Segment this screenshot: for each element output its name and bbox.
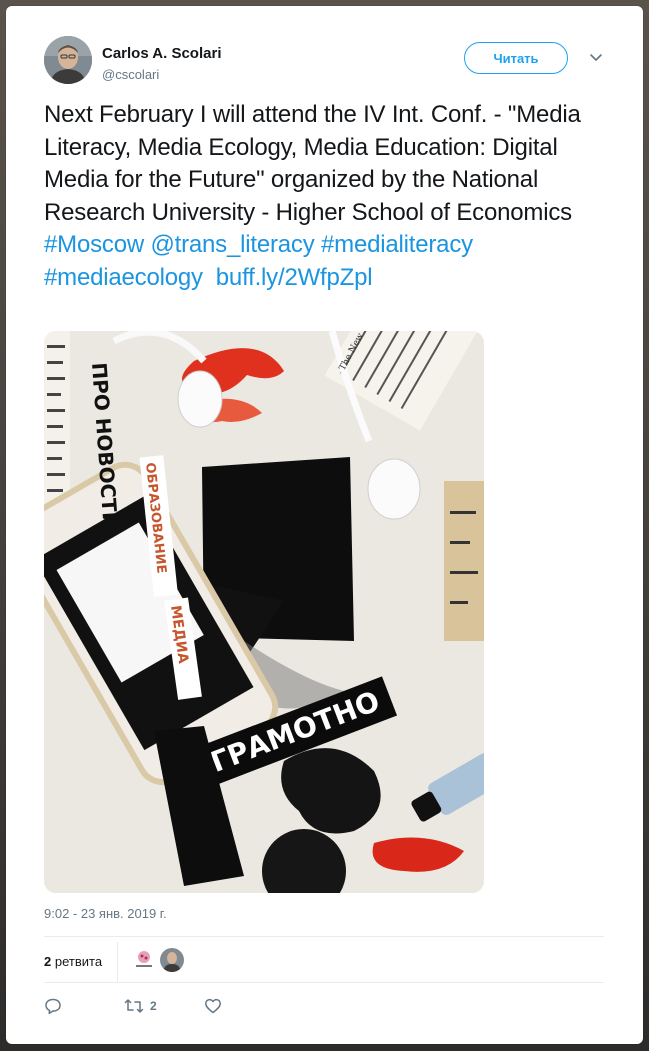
hashtag-medialiteracy-link[interactable]: #medialiteracy (321, 231, 473, 258)
author-handle[interactable]: @cscolari (102, 67, 159, 82)
reply-icon (44, 997, 62, 1015)
tweet-timestamp[interactable]: 9:02 - 23 янв. 2019 г. (44, 906, 167, 921)
retweets-label: ретвита (54, 954, 103, 969)
stats-separator (117, 942, 118, 982)
tweet-media-image[interactable]: ПРО НОВОСТИ ОБРАЗОВАНИЕ МЕДИА ГРАМОТНО (44, 331, 484, 893)
tweet-stats: 2 ретвита (44, 942, 604, 986)
author-name[interactable]: Carlos A. Scolari (102, 45, 222, 62)
retweeter-avatar[interactable] (160, 948, 184, 972)
retweets-stat[interactable]: 2 ретвита (44, 954, 102, 969)
chevron-down-icon[interactable] (588, 49, 604, 65)
like-button[interactable] (204, 996, 228, 1016)
hashtag-mediaecology-link[interactable]: #mediaecology (44, 264, 203, 291)
tweet-card: Carlos A. Scolari @cscolari Читать Next … (6, 6, 643, 1044)
reply-button[interactable] (44, 996, 68, 1016)
retweet-count: 2 (150, 999, 157, 1013)
author-avatar-image (44, 36, 92, 84)
collage-illustration: ПРО НОВОСТИ ОБРАЗОВАНИЕ МЕДИА ГРАМОТНО (44, 331, 484, 893)
tweet-header: Carlos A. Scolari @cscolari Читать (44, 36, 623, 92)
tweet-text: Next February I will attend the IV Int. … (44, 99, 624, 294)
divider-bottom (44, 982, 604, 983)
tweet-body-text: Next February I will attend the IV Int. … (44, 101, 581, 226)
short-url-link[interactable]: buff.ly/2WfpZpl (216, 264, 373, 291)
heart-icon (204, 997, 222, 1015)
retweets-count: 2 (44, 954, 52, 969)
retweeter-avatar[interactable] (132, 948, 156, 972)
follow-button[interactable]: Читать (464, 42, 568, 74)
mention-trans-literacy-link[interactable]: @trans_literacy (150, 231, 314, 258)
retweet-button[interactable]: 2 (124, 996, 157, 1016)
author-avatar[interactable] (44, 36, 92, 84)
hashtag-moscow-link[interactable]: #Moscow (44, 231, 144, 258)
retweet-icon (124, 997, 144, 1015)
tweet-actions: 2 (44, 996, 344, 1020)
divider-top (44, 936, 604, 937)
